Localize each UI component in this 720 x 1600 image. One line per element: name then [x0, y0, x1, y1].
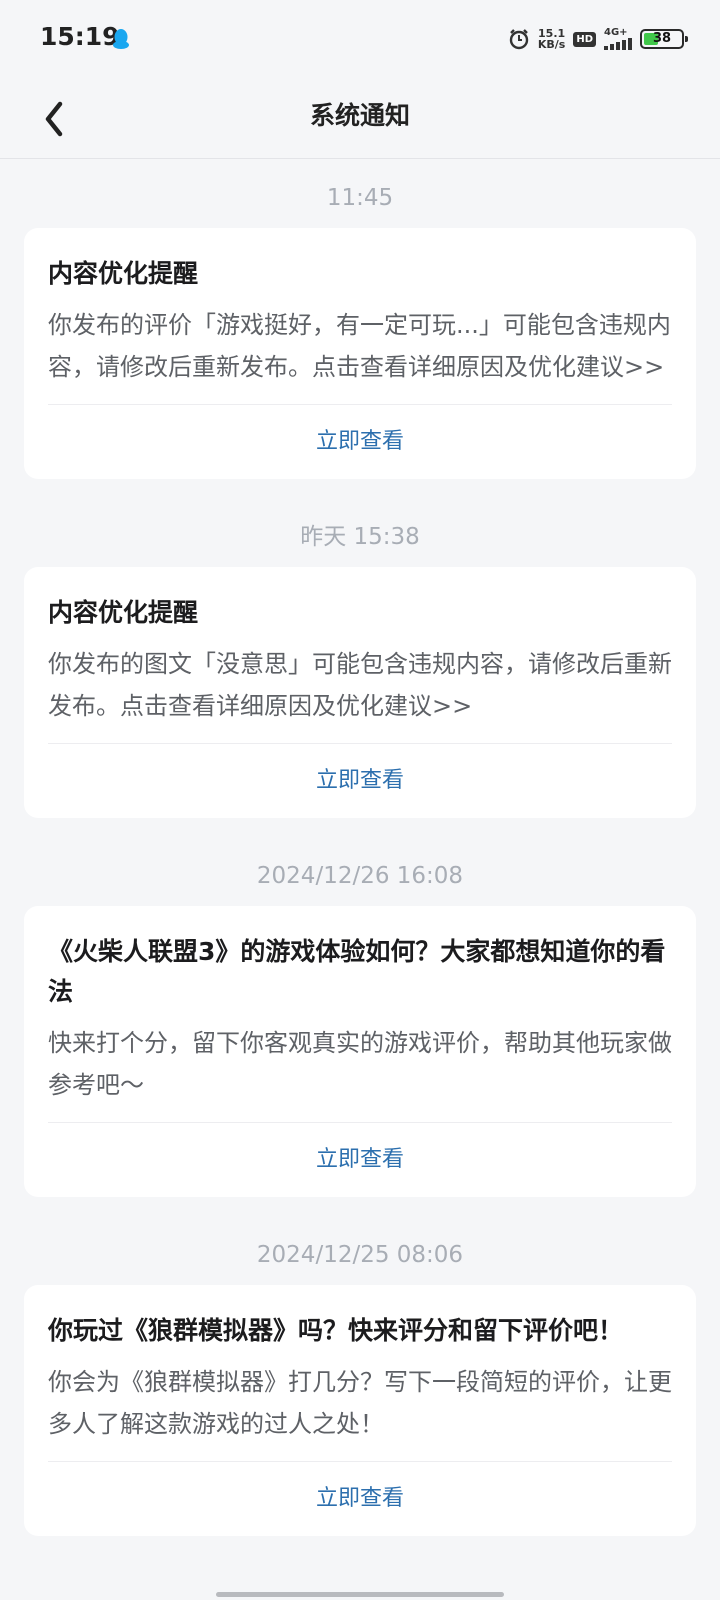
back-button[interactable] — [30, 88, 90, 148]
view-now-button[interactable]: 立即查看 — [48, 405, 672, 479]
notification-card[interactable]: 你玩过《狼群模拟器》吗？快来评分和留下评价吧！ 你会为《狼群模拟器》打几分？写下… — [24, 1285, 696, 1536]
page-title: 系统通知 — [309, 101, 410, 130]
notification-timestamp: 昨天 15:38 — [300, 524, 420, 550]
qq-icon — [113, 29, 129, 49]
battery-level: 38 — [652, 31, 672, 46]
status-icons: 15.1 KB/s HD 4G+ 38 — [508, 24, 688, 54]
home-indicator[interactable] — [216, 1592, 504, 1597]
hd-badge: HD — [573, 31, 596, 47]
signal-type: 4G+ — [604, 27, 628, 38]
notification-card[interactable]: 《火柴人联盟3》的游戏体验如何？大家都想知道你的看法 快来打个分，留下你客观真实… — [24, 906, 696, 1197]
notification-title: 你玩过《狼群模拟器》吗？快来评分和留下评价吧！ — [48, 1316, 624, 1345]
notification-title: 《火柴人联盟3》的游戏体验如何？大家都想知道你的看法 — [48, 937, 666, 1006]
view-now-button[interactable]: 立即查看 — [48, 744, 672, 818]
chevron-left-icon[interactable] — [30, 88, 90, 148]
notification-body[interactable]: 你发布的评价「游戏挺好，有一定可玩...」可能包含违规内容，请修改后重新发布。点… — [48, 304, 672, 388]
notification-timestamp: 11:45 — [326, 185, 394, 211]
notification-title: 内容优化提醒 — [48, 598, 199, 627]
signal-indicator: 4G+ — [604, 28, 632, 50]
notification-timestamp: 2024/12/25 08:06 — [256, 1242, 464, 1268]
notification-body[interactable]: 你发布的图文「没意思」可能包含违规内容，请修改后重新发布。点击查看详细原因及优化… — [48, 643, 672, 727]
notification-card[interactable]: 内容优化提醒 你发布的图文「没意思」可能包含违规内容，请修改后重新发布。点击查看… — [24, 567, 696, 818]
nav-bar: 系统通知 — [0, 78, 720, 159]
notification-body[interactable]: 你会为《狼群模拟器》打几分？写下一段简短的评价，让更多人了解这款游戏的过人之处！ — [48, 1361, 672, 1445]
signal-icon — [604, 38, 632, 50]
view-now-button[interactable]: 立即查看 — [48, 1123, 672, 1197]
notification-body[interactable]: 快来打个分，留下你客观真实的游戏评价，帮助其他玩家做参考吧～ — [48, 1022, 672, 1106]
network-speed: 15.1 KB/s — [538, 28, 565, 50]
status-time: 15:19 — [40, 22, 120, 51]
notification-timestamp: 2024/12/26 16:08 — [256, 863, 464, 889]
battery-tip — [685, 36, 688, 42]
alarm-icon — [509, 29, 529, 50]
notification-title: 内容优化提醒 — [48, 259, 199, 288]
view-now-button[interactable]: 立即查看 — [48, 1462, 672, 1536]
battery-icon: 38 — [640, 29, 688, 49]
status-bar: 15:19 15.1 KB/s HD 4G+ 38 — [0, 0, 720, 78]
notification-card[interactable]: 内容优化提醒 你发布的评价「游戏挺好，有一定可玩...」可能包含违规内容，请修改… — [24, 228, 696, 479]
notification-list: 11:45 内容优化提醒 你发布的评价「游戏挺好，有一定可玩...」可能包含违规… — [24, 168, 696, 1564]
network-speed-unit: KB/s — [537, 38, 566, 51]
